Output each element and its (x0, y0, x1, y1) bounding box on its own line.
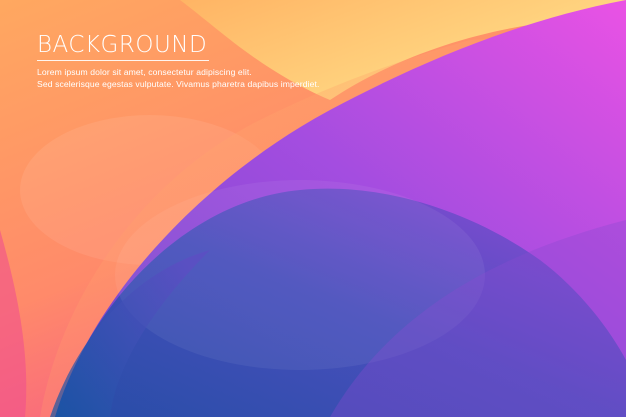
body-text-line-2: Sed scelerisque egestas vulputate. Vivam… (37, 79, 320, 89)
title-underline (37, 60, 209, 61)
background-canvas: BACKGROUND Lorem ipsum dolor sit amet, c… (0, 0, 626, 417)
body-text-line-1: Lorem ipsum dolor sit amet, consectetur … (37, 67, 252, 77)
page-title: BACKGROUND (37, 32, 208, 58)
abstract-wave-artwork (0, 0, 626, 417)
